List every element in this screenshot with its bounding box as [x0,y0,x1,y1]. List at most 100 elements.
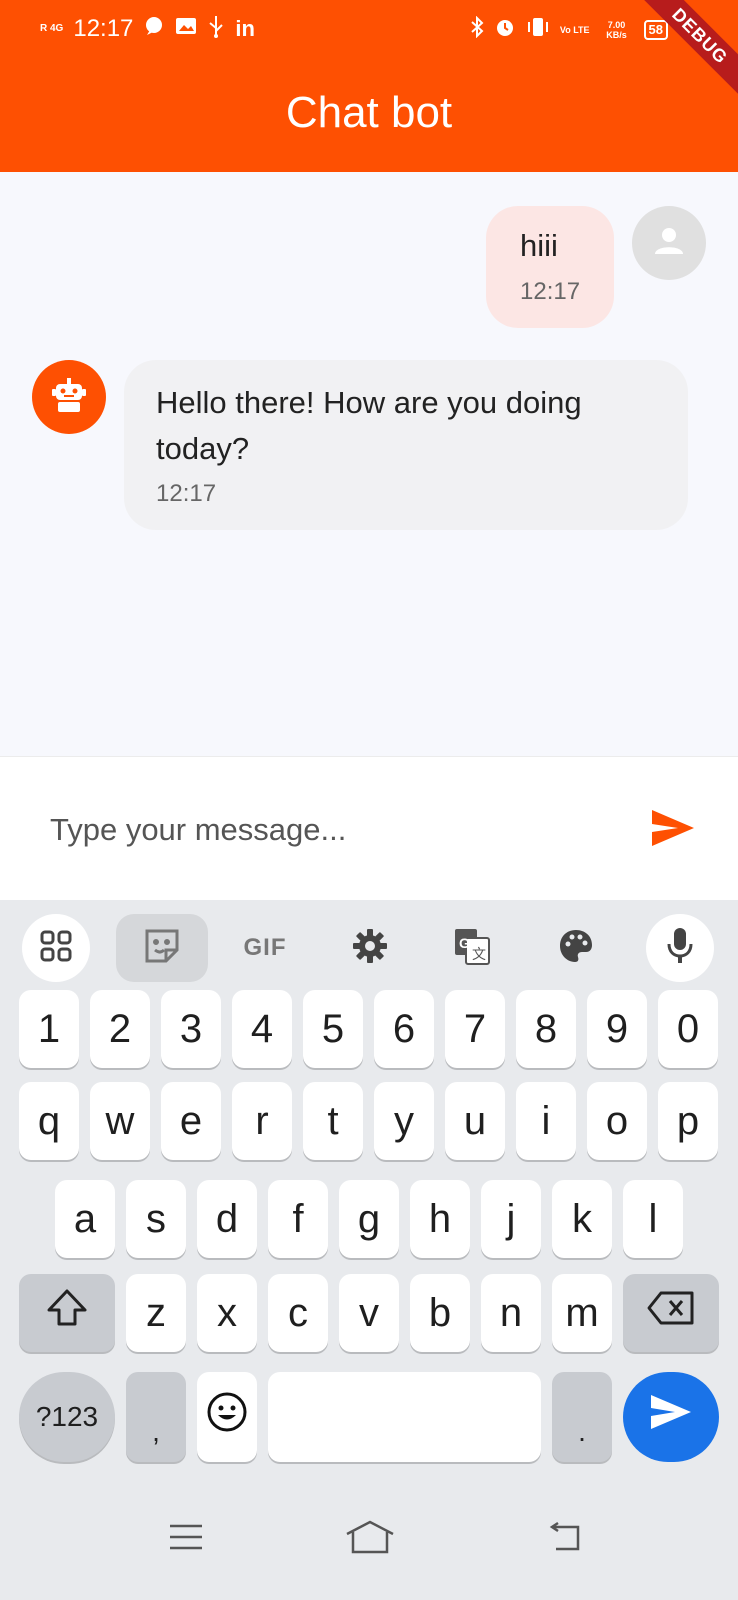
menu-nav-button[interactable] [156,1514,216,1564]
key-q[interactable]: q [19,1082,79,1160]
linkedin-icon: in [235,16,255,41]
alarm-icon [494,16,516,43]
gallery-icon [175,16,197,42]
key-1[interactable]: 1 [19,990,79,1068]
theme-button[interactable] [546,914,606,982]
user-message-bubble: hiii 12:17 [486,206,614,328]
key-0[interactable]: 0 [658,990,718,1068]
key-8[interactable]: 8 [516,990,576,1068]
message-time: 12:17 [520,278,581,305]
key-s[interactable]: s [126,1180,186,1258]
key-6[interactable]: 6 [374,990,434,1068]
key-r[interactable]: r [232,1082,292,1160]
volte-icon: Vo LTE [559,24,590,35]
sticker-icon [142,926,182,971]
message-input[interactable] [50,805,610,855]
apps-button[interactable] [22,914,90,982]
app-bar: R 4G 12:17 in Vo LTE 7.00 KB/s 58 Chat b… [0,0,738,172]
key-y[interactable]: y [374,1082,434,1160]
bot-avatar [32,360,106,434]
comma-key[interactable]: , [126,1372,186,1462]
message-text: Hello there! How are you doing today? [156,385,582,466]
key-3[interactable]: 3 [161,990,221,1068]
voice-input-button[interactable] [646,914,714,982]
period-key[interactable]: . [552,1372,612,1462]
message-text: hiii [520,228,558,263]
page-title: Chat bot [285,88,453,137]
translate-button[interactable]: G文 [442,914,502,982]
home-nav-button[interactable] [340,1514,400,1564]
backspace-icon [646,1290,696,1336]
send-icon [649,1393,693,1441]
key-w[interactable]: w [90,1082,150,1160]
svg-text:G: G [459,935,470,951]
key-b[interactable]: b [410,1274,470,1352]
menu-icon [168,1522,204,1557]
keyboard-row-action: ?123 , . [0,1372,738,1462]
vibrate-icon [526,16,550,43]
keyboard-row-numbers: 1 2 3 4 5 6 7 8 9 0 [0,990,738,1068]
user-avatar [632,206,706,280]
key-2[interactable]: 2 [90,990,150,1068]
keyboard-row-top: q w e r t y u i o p [0,1082,738,1160]
person-icon [652,224,686,263]
key-7[interactable]: 7 [445,990,505,1068]
back-nav-button[interactable] [534,1514,594,1564]
key-5[interactable]: 5 [303,990,363,1068]
key-p[interactable]: p [658,1082,718,1160]
system-nav-bar [0,1478,738,1600]
space-key[interactable] [268,1372,541,1462]
key-z[interactable]: z [126,1274,186,1352]
network-indicator: R 4G [40,23,64,34]
keyboard-toolbar: GIF G文 [0,900,738,996]
settings-button[interactable] [340,914,400,982]
key-n[interactable]: n [481,1274,541,1352]
symbols-key[interactable]: ?123 [19,1372,115,1462]
battery-indicator: 58 [643,19,668,40]
back-icon [546,1521,582,1558]
key-x[interactable]: x [197,1274,257,1352]
key-m[interactable]: m [552,1274,612,1352]
gif-button[interactable]: GIF [232,914,298,982]
key-v[interactable]: v [339,1274,399,1352]
mic-icon [665,926,695,971]
emoji-key[interactable] [197,1372,257,1462]
key-o[interactable]: o [587,1082,647,1160]
key-j[interactable]: j [481,1180,541,1258]
bot-message-bubble: Hello there! How are you doing today? 12… [124,360,688,530]
gif-icon: GIF [243,934,287,961]
usb-icon [207,14,225,44]
keyboard-row-middle: a s d f g h j k l [0,1180,738,1258]
whatsapp-icon [143,15,165,43]
key-4[interactable]: 4 [232,990,292,1068]
backspace-key[interactable] [623,1274,719,1352]
shift-key[interactable] [19,1274,115,1352]
bluetooth-icon [470,15,484,43]
key-9[interactable]: 9 [587,990,647,1068]
key-a[interactable]: a [55,1180,115,1258]
key-h[interactable]: h [410,1180,470,1258]
key-t[interactable]: t [303,1082,363,1160]
key-c[interactable]: c [268,1274,328,1352]
emoji-icon [206,1391,248,1443]
network-speed: 7.00 KB/s [606,19,627,40]
key-u[interactable]: u [445,1082,505,1160]
status-time: 12:17 [73,15,134,42]
palette-icon [557,927,595,970]
key-k[interactable]: k [552,1180,612,1258]
key-f[interactable]: f [268,1180,328,1258]
send-button[interactable] [648,807,698,853]
robot-icon [49,375,89,420]
key-i[interactable]: i [516,1082,576,1160]
key-d[interactable]: d [197,1180,257,1258]
sticker-button[interactable] [116,914,208,982]
shift-icon [45,1286,89,1340]
key-g[interactable]: g [339,1180,399,1258]
svg-text:文: 文 [472,946,486,962]
soft-keyboard: GIF G文 1 2 3 4 5 6 7 8 9 0 q w e r t y u… [0,900,738,1600]
status-bar: R 4G 12:17 in Vo LTE 7.00 KB/s 58 [0,0,738,60]
key-l[interactable]: l [623,1180,683,1258]
keyboard-send-key[interactable] [623,1372,719,1462]
chat-list[interactable]: hiii 12:17 Hello there! How are you doin… [0,172,738,756]
key-e[interactable]: e [161,1082,221,1160]
